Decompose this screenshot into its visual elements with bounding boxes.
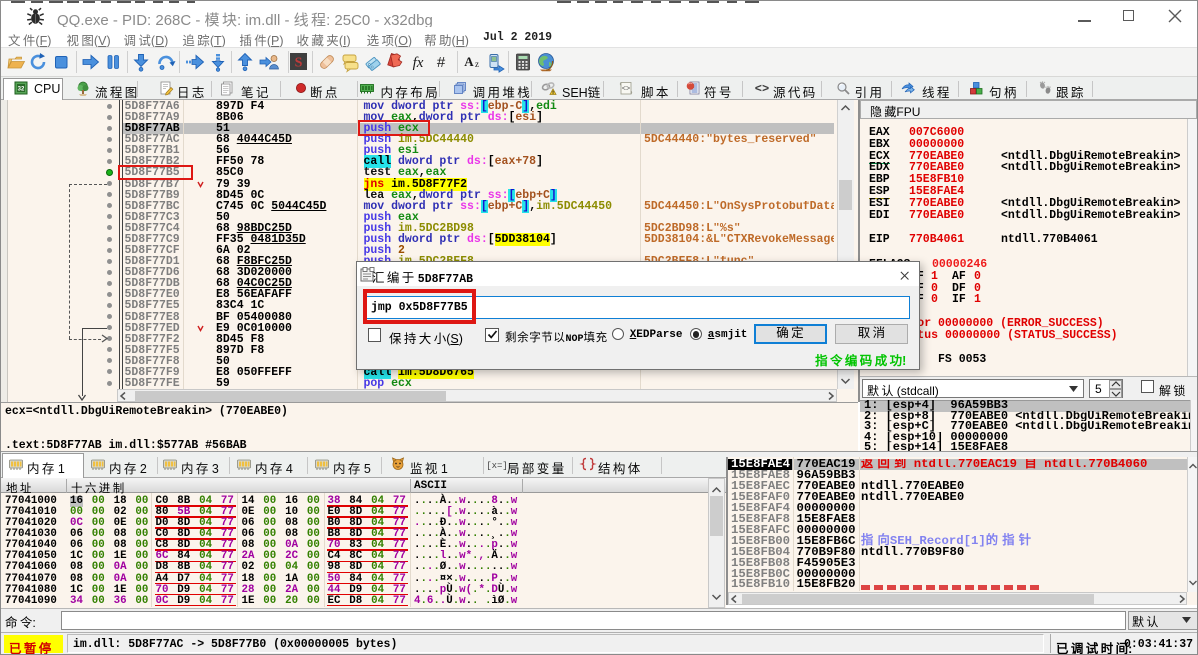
svg-text:S: S <box>295 56 303 71</box>
svg-text:32: 32 <box>18 87 25 93</box>
svg-text:z: z <box>475 59 479 69</box>
svg-text:<>: <> <box>622 86 630 94</box>
svg-text:A: A <box>464 54 474 69</box>
svg-text:[x=]: [x=] <box>486 461 508 471</box>
svg-text:<>: <> <box>755 82 769 96</box>
svg-text:#: # <box>437 54 446 71</box>
svg-text:fx: fx <box>413 55 424 71</box>
